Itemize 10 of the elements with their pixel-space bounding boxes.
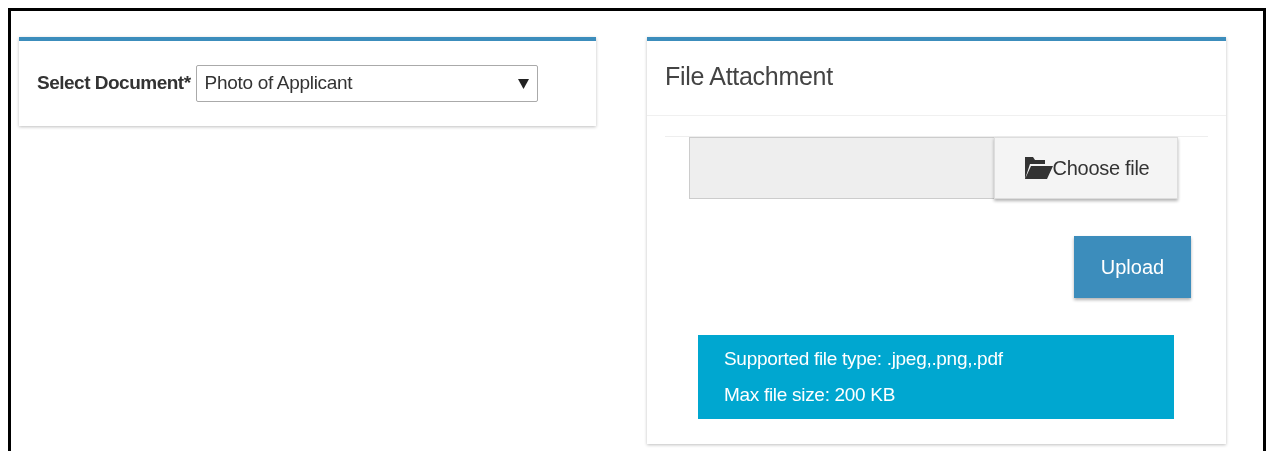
info-text: Supported file type: .jpeg,.png,.pdf xyxy=(724,347,1004,371)
info-text: Max file size: 200 KB xyxy=(724,383,897,407)
file-input[interactable]: Choose file xyxy=(689,137,1178,199)
dropdown-arrow-icon xyxy=(517,78,529,89)
document-select[interactable]: Photo of Applicant xyxy=(195,65,538,102)
folder-icon xyxy=(1022,157,1053,179)
panel-title: File Attachment xyxy=(647,41,1226,116)
choose-file-button[interactable]: Choose file xyxy=(994,137,1178,199)
select-document-label: Select Document* xyxy=(37,71,191,96)
upload-button[interactable]: Upload xyxy=(1074,236,1191,298)
